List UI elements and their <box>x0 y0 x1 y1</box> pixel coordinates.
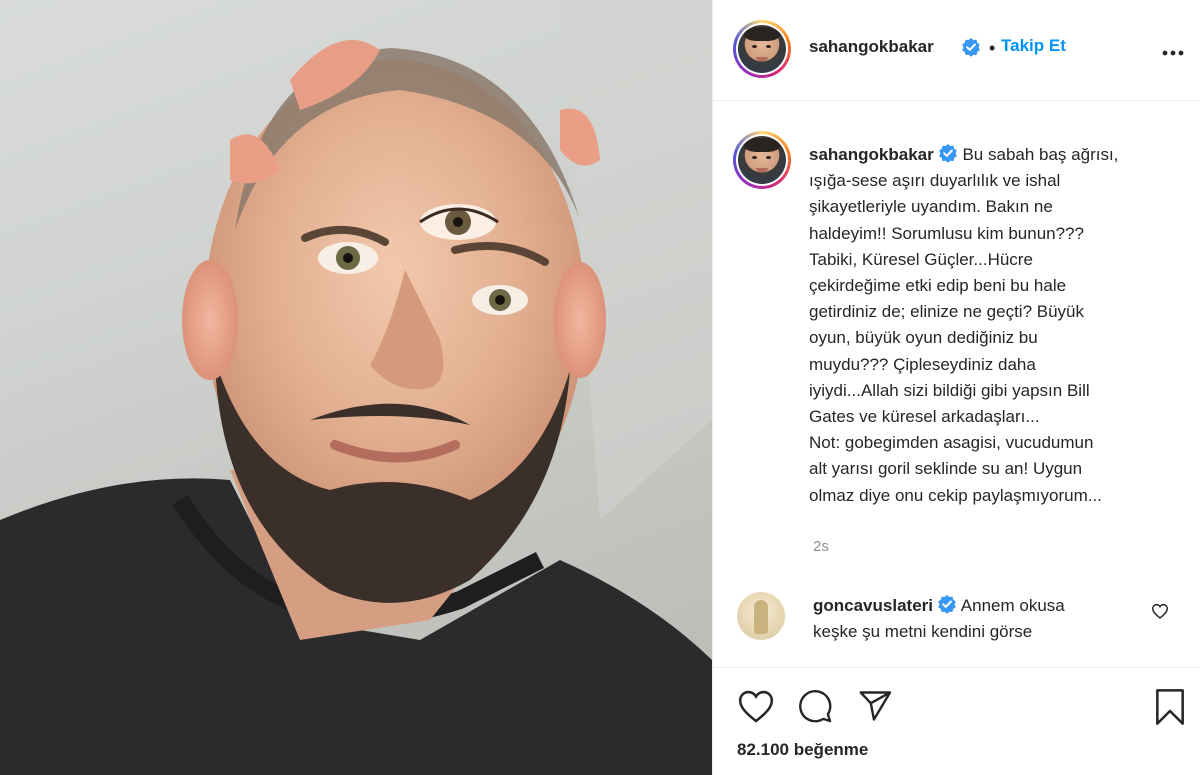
caption-line: çekirdeğime etki edip beni bu hale <box>809 276 1067 296</box>
caption-line: Not: gobegimden asagisi, vucudumun <box>809 433 1094 453</box>
comment-body: goncavuslateri Annem okusa keşke şu metn… <box>813 593 1153 645</box>
verified-badge-icon <box>957 37 981 59</box>
post-actions-bar: 82.100 beğenme <box>713 667 1200 775</box>
caption-line: Gates ve küresel arkadaşları... <box>809 407 1040 427</box>
caption-line: ışığa-sese aşırı duyarlılık ve ishal <box>809 171 1061 191</box>
author-username[interactable]: sahangokbakar <box>809 37 934 57</box>
more-options-icon[interactable] <box>1161 44 1185 62</box>
bookmark-icon[interactable] <box>1153 688 1187 731</box>
follow-button[interactable]: Takip Et <box>1001 36 1066 56</box>
post-photo <box>0 0 712 775</box>
comment-icon[interactable] <box>797 688 833 729</box>
caption-line: Tabiki, Küresel Güçler...Hücre <box>809 249 1033 269</box>
verified-badge-icon <box>934 144 958 164</box>
caption-line: muydu??? Çipleseydiniz daha <box>809 354 1036 374</box>
author-avatar[interactable] <box>733 20 791 78</box>
caption-author-avatar[interactable] <box>733 131 791 189</box>
caption-line: alt yarısı goril seklinde su an! Uygun <box>809 459 1083 479</box>
commenter-avatar[interactable] <box>737 592 785 640</box>
likes-count[interactable]: 82.100 beğenme <box>737 740 868 760</box>
post-header: sahangokbakar • Takip Et <box>713 0 1200 101</box>
caption-line: şikayetleriyle uyandım. Bakın ne <box>809 197 1053 217</box>
comment-item: goncavuslateri Annem okusa keşke şu metn… <box>737 590 1177 646</box>
post-details-panel: sahangokbakar • Takip Et sahangokbakar B… <box>712 0 1200 775</box>
caption-line: Bu sabah baş ağrısı, <box>962 145 1119 164</box>
post-timestamp[interactable]: 2s <box>813 538 829 555</box>
caption-line: getirdiniz de; elinize ne geçti? Büyük <box>809 302 1084 322</box>
caption-line: iyiydi...Allah sizi bildiği gibi yapsın … <box>809 380 1090 400</box>
comment-text: Annem okusa <box>960 596 1065 615</box>
verified-badge-icon <box>933 595 957 615</box>
heart-icon[interactable] <box>737 688 775 729</box>
caption-author-username[interactable]: sahangokbakar <box>809 145 934 164</box>
comment-text: keşke şu metni kendini görse <box>813 622 1033 641</box>
commenter-username[interactable]: goncavuslateri <box>813 596 933 615</box>
send-icon[interactable] <box>857 688 893 729</box>
caption-line: olmaz diye onu cekip paylaşmıyorum... <box>809 485 1102 505</box>
comment-like-heart-icon[interactable] <box>1151 603 1169 624</box>
post-caption: sahangokbakar Bu sabah baş ağrısı, ışığa… <box>809 142 1179 509</box>
selfie-illustration <box>0 0 712 775</box>
caption-line: oyun, büyük oyun dediğiniz bu <box>809 328 1038 348</box>
caption-line: haldeyim!! Sorumlusu kim bunun??? <box>809 223 1084 243</box>
follow-separator: • <box>989 38 996 58</box>
